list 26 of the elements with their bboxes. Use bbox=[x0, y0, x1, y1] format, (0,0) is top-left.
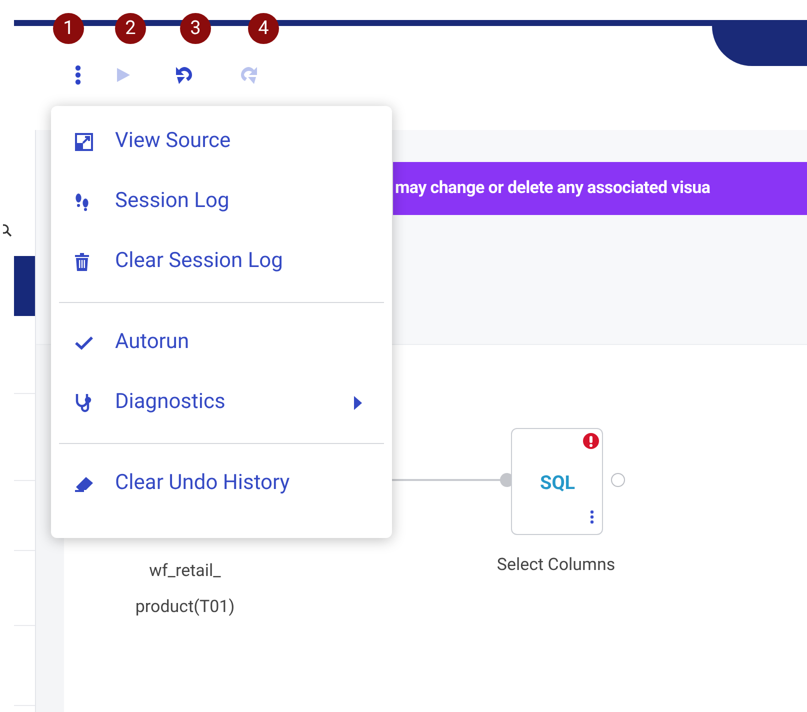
undo-icon[interactable] bbox=[173, 64, 195, 86]
selected-sidebar-item[interactable] bbox=[14, 256, 35, 316]
footprints-icon bbox=[75, 193, 89, 211]
step-number-badge: 1 bbox=[53, 13, 84, 44]
expand-icon bbox=[75, 133, 93, 151]
node-type-label: SQL bbox=[540, 470, 576, 496]
menu-item[interactable]: Clear Undo History bbox=[51, 454, 392, 514]
submenu-arrow-icon bbox=[354, 396, 362, 410]
node-label: Select Columns bbox=[496, 554, 616, 577]
trash-icon bbox=[75, 253, 89, 271]
menu-item[interactable]: Diagnostics bbox=[51, 373, 392, 433]
step-number-badge: 4 bbox=[248, 13, 279, 44]
output-port[interactable] bbox=[611, 473, 625, 487]
node-label: wf_retail_product(T01) bbox=[134, 560, 236, 619]
more-options-icon[interactable] bbox=[73, 64, 83, 86]
step-number-badge: 3 bbox=[180, 13, 211, 44]
more-options-icon[interactable] bbox=[590, 510, 594, 524]
eraser-icon bbox=[75, 476, 95, 492]
warning-message: may change or delete any associated visua bbox=[395, 176, 710, 200]
step-number-badge: 2 bbox=[115, 13, 146, 44]
search-icon[interactable] bbox=[3, 224, 13, 238]
menu-item[interactable]: Session Log bbox=[51, 172, 392, 232]
stethoscope-icon bbox=[75, 393, 93, 413]
menu-item[interactable]: Clear Session Log bbox=[51, 232, 392, 292]
menu-item[interactable]: View Source bbox=[51, 112, 392, 172]
menu-item[interactable]: Autorun bbox=[51, 313, 392, 373]
